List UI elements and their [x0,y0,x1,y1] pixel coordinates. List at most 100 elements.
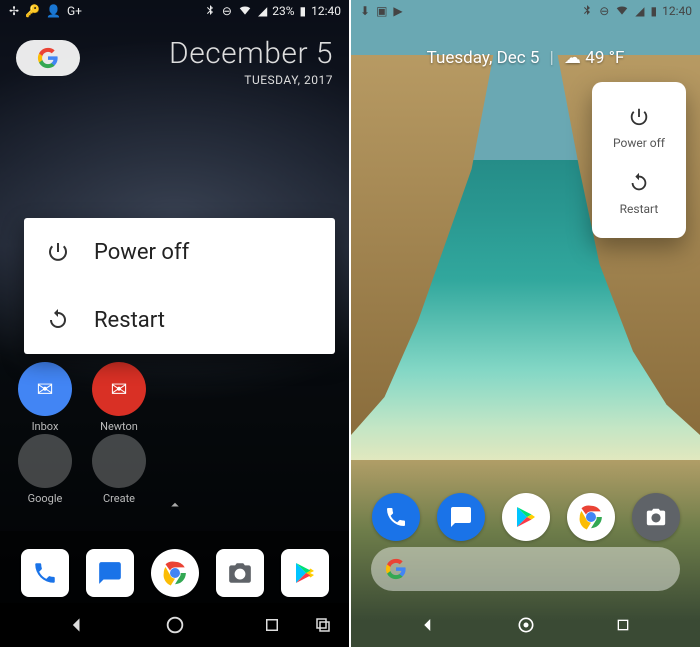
folder-icon [18,434,72,488]
nav-bar [0,603,349,647]
download-icon: ⬇ [360,5,370,17]
cloud-icon: ☁ [564,48,581,68]
dock-phone[interactable] [372,493,420,541]
dock [351,493,700,541]
messages-icon [97,560,123,586]
battery-pct: 23% [272,4,294,18]
dock-messages[interactable] [86,549,134,597]
dock-messages[interactable] [437,493,485,541]
restart-label: Restart [620,202,659,216]
dock-play-store[interactable] [502,493,550,541]
google-search-bar[interactable] [371,547,680,591]
person-icon: 👤 [46,5,61,17]
google-g-icon [385,558,407,580]
home-circle-icon [164,614,186,636]
camera-icon [227,560,253,586]
signal-icon: ◢ [258,5,267,17]
battery-icon: ▮ [651,5,658,17]
power-menu: Power off Restart [592,82,686,238]
chrome-icon [576,502,606,532]
date-large: December 5 [169,36,333,71]
dock-play-store[interactable] [281,549,329,597]
phone-android-7: ✢ 🔑 👤 G+ ⊖ ◢ 23% ▮ 12:40 [0,0,349,647]
nav-bar [351,603,700,647]
camera-icon [645,506,667,528]
messages-icon [449,505,473,529]
nav-recents[interactable] [252,605,292,645]
wifi-icon [238,3,252,19]
play-store-icon [293,561,317,585]
restart-icon [46,308,70,332]
dock-phone[interactable] [21,549,69,597]
power-off-label: Power off [613,136,665,150]
folder-icon [92,434,146,488]
battery-icon: ▮ [300,5,307,17]
restart-icon [628,172,650,194]
bluetooth-icon [204,4,216,18]
play-store-icon [514,505,538,529]
stack-icon [314,616,332,634]
status-bar: ⬇ ▣ ▶ ⊖ ◢ ▮ 12:40 [351,0,700,21]
square-icon [615,617,631,633]
date-small: TUESDAY, 2017 [169,73,333,87]
dnd-icon: ⊖ [599,5,609,17]
home-app-row-2: Google Create [18,434,146,505]
clock-text: 12:40 [311,4,341,18]
dock-chrome[interactable] [151,549,199,597]
restart-item[interactable]: Restart [592,162,686,228]
separator: | [550,48,554,68]
image-icon: ▣ [376,5,387,17]
inbox-icon: ✉ [18,362,72,416]
google-plus-icon: G+ [67,5,82,17]
dock-chrome[interactable] [567,493,615,541]
power-icon [46,240,70,264]
pinwheel-icon: ✢ [9,5,19,17]
at-a-glance[interactable]: Tuesday, Dec 5 | ☁ 49 °F [351,48,700,68]
phone-icon [32,560,58,586]
power-icon [628,106,650,128]
power-off-item[interactable]: Power off [24,218,335,286]
app-drawer-handle[interactable] [166,496,184,518]
nav-home[interactable] [506,605,546,645]
nav-back[interactable] [408,605,448,645]
weather-temp: 49 °F [585,48,624,68]
nav-home[interactable] [155,605,195,645]
power-off-item[interactable]: Power off [592,96,686,162]
app-newton[interactable]: ✉ Newton [92,362,146,433]
app-inbox[interactable]: ✉ Inbox [18,362,72,433]
bluetooth-icon [581,4,593,18]
wifi-icon [615,3,629,19]
play-icon: ▶ [393,5,402,17]
status-bar: ✢ 🔑 👤 G+ ⊖ ◢ 23% ▮ 12:40 [0,0,349,21]
back-icon [67,615,87,635]
dock [0,549,349,597]
date-text: Tuesday, Dec 5 [427,48,540,68]
square-icon [263,616,281,634]
dock-camera[interactable] [632,493,680,541]
dnd-icon: ⊖ [222,5,232,17]
phone-android-8: ⬇ ▣ ▶ ⊖ ◢ ▮ 12:40 Tuesday, Dec 5 | ☁ 49 … [351,0,700,647]
newton-icon: ✉ [92,362,146,416]
google-search-pill[interactable] [16,40,80,76]
date-widget[interactable]: December 5 TUESDAY, 2017 [169,36,333,87]
nav-copy[interactable] [303,605,343,645]
home-app-row: ✉ Inbox ✉ Newton [18,362,146,433]
chevron-up-icon [166,496,184,514]
dock-camera[interactable] [216,549,264,597]
folder-google[interactable]: Google [18,434,72,505]
key-icon: 🔑 [25,5,40,17]
home-circle-icon [516,615,536,635]
power-menu: Power off Restart [24,218,335,354]
folder-create[interactable]: Create [92,434,146,505]
restart-label: Restart [94,308,165,333]
nav-back[interactable] [57,605,97,645]
back-icon [419,616,437,634]
clock-text: 12:40 [662,4,692,18]
google-g-icon [37,47,59,69]
signal-icon: ◢ [635,5,644,17]
phone-icon [384,505,408,529]
restart-item[interactable]: Restart [24,286,335,354]
nav-recents[interactable] [603,605,643,645]
power-off-label: Power off [94,240,189,265]
chrome-icon [160,558,190,588]
